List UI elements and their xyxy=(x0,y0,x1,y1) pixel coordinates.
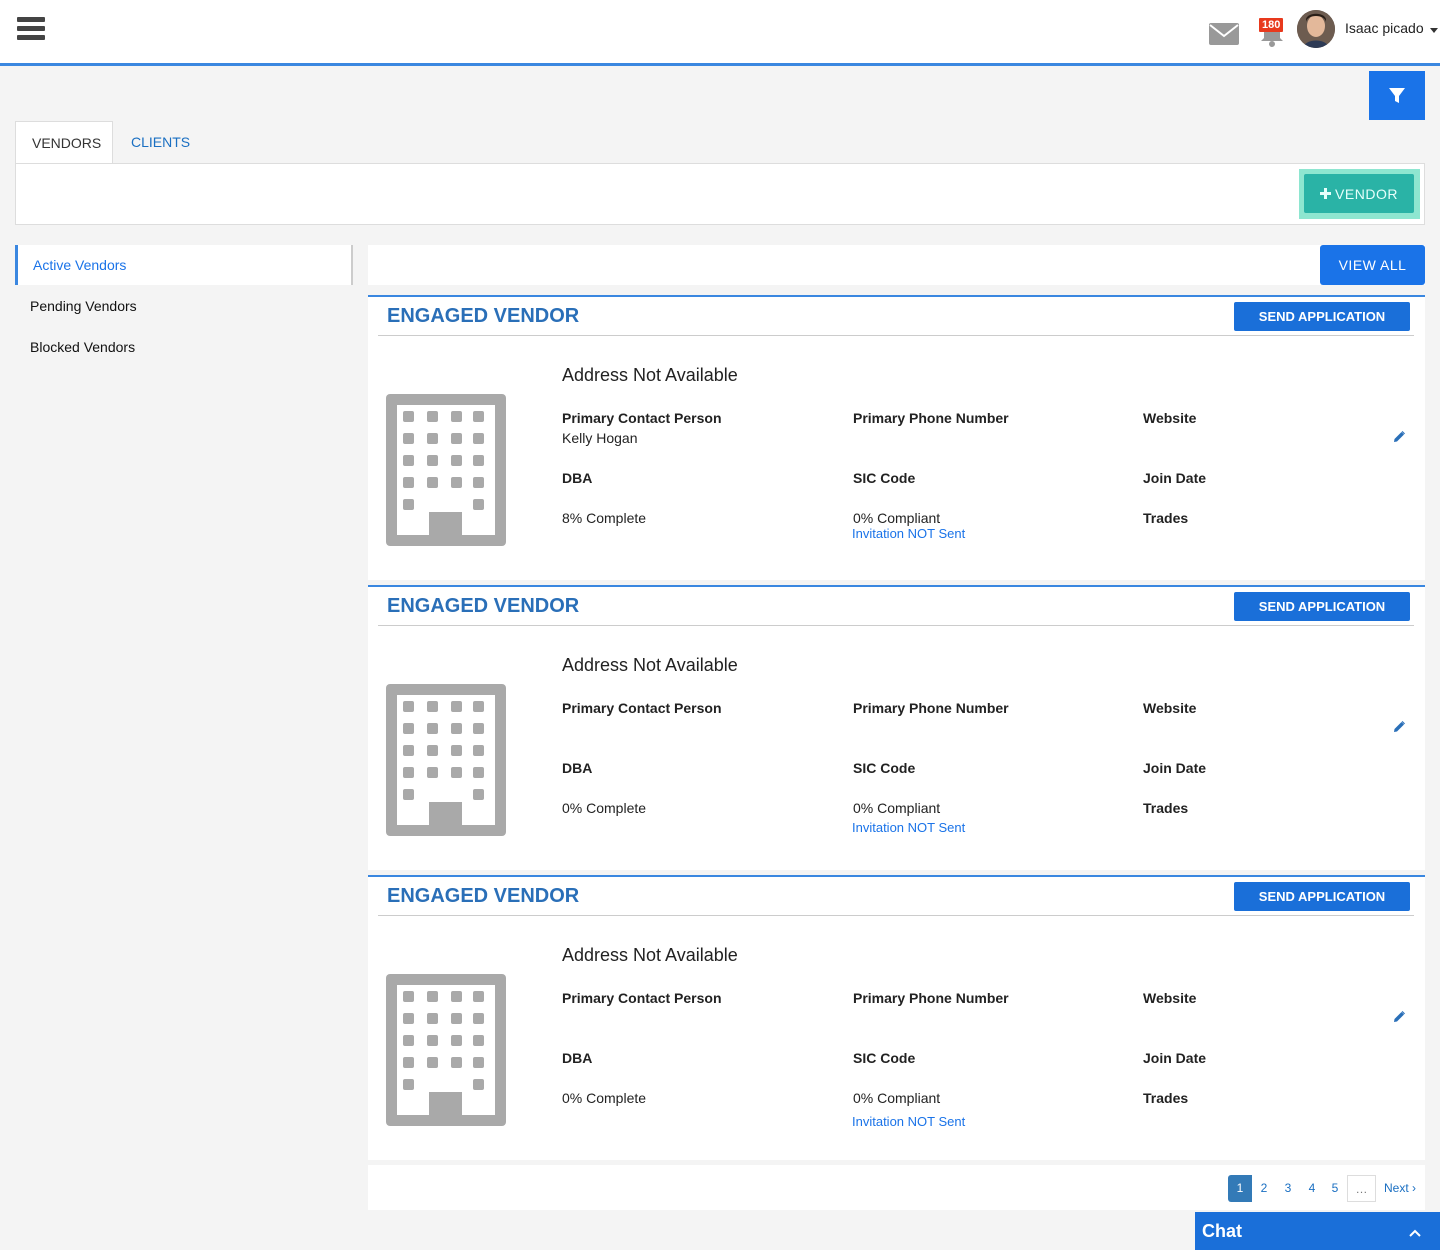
join-date-label: Join Date xyxy=(1143,1050,1207,1066)
primary-contact-value: Kelly Hogan xyxy=(562,430,638,446)
tab-vendors[interactable]: VENDORS xyxy=(15,121,113,164)
completion-value: 0% Complete xyxy=(562,800,647,816)
vendor-address: Address Not Available xyxy=(562,945,738,965)
trades-label: Trades xyxy=(1143,800,1189,816)
top-header: 180 Isaac picado xyxy=(0,0,1440,66)
chat-widget-bar[interactable]: Chat xyxy=(1195,1212,1440,1250)
page-4-button[interactable]: 4 xyxy=(1300,1175,1324,1202)
tab-panel xyxy=(15,163,1425,225)
vendor-card-title: ENGAGED VENDOR xyxy=(387,305,580,327)
add-vendor-label: VENDOR xyxy=(1335,185,1398,202)
compliance-value: 0% Compliant xyxy=(853,1090,941,1106)
pencil-edit-icon[interactable] xyxy=(1392,430,1406,444)
primary-phone-label: Primary Phone Number xyxy=(853,700,1009,716)
join-date-label: Join Date xyxy=(1143,760,1207,776)
page-5-button[interactable]: 5 xyxy=(1323,1175,1347,1202)
invitation-status-link[interactable]: Invitation NOT Sent xyxy=(852,1114,965,1129)
user-menu-caret-icon[interactable] xyxy=(1430,28,1438,33)
filter-button[interactable] xyxy=(1369,71,1425,120)
primary-contact-label: Primary Contact Person xyxy=(562,990,722,1006)
add-vendor-button[interactable]: VENDOR xyxy=(1304,174,1414,213)
website-label: Website xyxy=(1143,410,1197,426)
vendor-card: ENGAGED VENDOR SEND APPLICATION Address … xyxy=(368,585,1425,870)
hamburger-menu-icon[interactable] xyxy=(17,17,45,45)
tab-clients[interactable]: CLIENTS xyxy=(115,121,206,164)
sic-code-label: SIC Code xyxy=(853,1050,916,1066)
building-icon xyxy=(386,974,506,1126)
chevron-up-icon[interactable] xyxy=(1408,1228,1422,1238)
vendor-address: Address Not Available xyxy=(562,655,738,675)
building-icon xyxy=(386,684,506,836)
vendor-card: ENGAGED VENDOR SEND APPLICATION Address … xyxy=(368,875,1425,1160)
plus-icon xyxy=(1320,188,1332,199)
sidebar-item-active-vendors[interactable]: Active Vendors xyxy=(15,245,353,285)
pencil-edit-icon[interactable] xyxy=(1392,720,1406,734)
sidebar-item-pending-vendors[interactable]: Pending Vendors xyxy=(15,286,353,326)
user-avatar[interactable] xyxy=(1297,10,1335,48)
website-label: Website xyxy=(1143,990,1197,1006)
primary-contact-label: Primary Contact Person xyxy=(562,700,722,716)
vendor-address: Address Not Available xyxy=(562,365,738,385)
next-page-button[interactable]: Next › xyxy=(1378,1175,1422,1202)
send-application-button[interactable]: SEND APPLICATION xyxy=(1234,302,1410,331)
list-toolbar xyxy=(368,245,1425,285)
trades-label: Trades xyxy=(1143,1090,1189,1106)
vendor-card: ENGAGED VENDOR SEND APPLICATION Address … xyxy=(368,295,1425,580)
sic-code-label: SIC Code xyxy=(853,470,916,486)
website-label: Website xyxy=(1143,700,1197,716)
compliance-value: 0% Compliant xyxy=(853,510,941,526)
completion-value: 8% Complete xyxy=(562,510,647,526)
filter-icon xyxy=(1389,88,1405,103)
mail-icon[interactable] xyxy=(1209,23,1239,45)
sidebar-item-blocked-vendors[interactable]: Blocked Vendors xyxy=(15,327,353,367)
primary-phone-label: Primary Phone Number xyxy=(853,990,1009,1006)
card-divider xyxy=(378,915,1414,916)
page-2-button[interactable]: 2 xyxy=(1252,1175,1276,1202)
pagination-ellipsis[interactable]: … xyxy=(1347,1175,1376,1202)
dba-label: DBA xyxy=(562,760,593,776)
vendor-card-title: ENGAGED VENDOR xyxy=(387,595,580,617)
chat-label: Chat xyxy=(1202,1221,1242,1241)
vendor-card-title: ENGAGED VENDOR xyxy=(387,885,580,907)
page-1-button[interactable]: 1 xyxy=(1228,1175,1252,1202)
compliance-value: 0% Compliant xyxy=(853,800,941,816)
notification-count-badge: 180 xyxy=(1259,18,1284,32)
primary-phone-label: Primary Phone Number xyxy=(853,410,1009,426)
dba-label: DBA xyxy=(562,1050,593,1066)
pencil-edit-icon[interactable] xyxy=(1392,1010,1406,1024)
invitation-status-link[interactable]: Invitation NOT Sent xyxy=(852,820,965,835)
primary-contact-label: Primary Contact Person xyxy=(562,410,722,426)
card-divider xyxy=(378,625,1414,626)
send-application-button[interactable]: SEND APPLICATION xyxy=(1234,882,1410,911)
page-3-button[interactable]: 3 xyxy=(1276,1175,1300,1202)
dba-label: DBA xyxy=(562,470,593,486)
join-date-label: Join Date xyxy=(1143,470,1207,486)
completion-value: 0% Complete xyxy=(562,1090,647,1106)
trades-label: Trades xyxy=(1143,510,1189,526)
card-divider xyxy=(378,335,1414,336)
sic-code-label: SIC Code xyxy=(853,760,916,776)
view-all-button[interactable]: VIEW ALL xyxy=(1320,245,1425,285)
send-application-button[interactable]: SEND APPLICATION xyxy=(1234,592,1410,621)
invitation-status-link[interactable]: Invitation NOT Sent xyxy=(852,526,965,541)
building-icon xyxy=(386,394,506,546)
user-name[interactable]: Isaac picado xyxy=(1345,20,1424,36)
